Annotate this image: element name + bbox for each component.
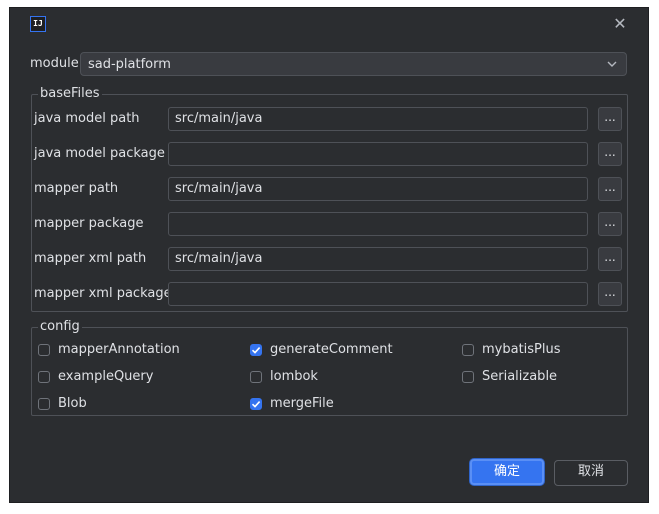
java-model-package-label: java model package [34, 146, 165, 161]
serializable-label: Serializable [482, 369, 558, 384]
module-select-value: sad-platform [88, 57, 171, 72]
checkmark-icon [251, 400, 261, 408]
checkbox-box [462, 370, 474, 383]
checkbox-box [38, 343, 50, 356]
module-select[interactable]: sad-platform [80, 52, 627, 76]
generate-comment-checkbox[interactable]: generateComment [250, 342, 393, 357]
ok-button[interactable]: 确定 [470, 459, 544, 485]
title-bar[interactable]: IJ ✕ [10, 8, 648, 42]
mapper-annotation-checkbox[interactable]: mapperAnnotation [38, 342, 180, 357]
java-model-package-browse-button[interactable]: ... [598, 142, 622, 166]
mapper-package-label: mapper package [34, 216, 144, 231]
generator-dialog: IJ ✕ module sad-platform baseFiles java … [9, 7, 649, 503]
lombok-checkbox[interactable]: lombok [250, 369, 318, 384]
mapper-package-field[interactable] [168, 212, 588, 236]
mapper-xml-package-browse-button[interactable]: ... [598, 282, 622, 306]
mapper-path-field[interactable]: src/main/java [168, 177, 588, 201]
mapper-xml-path-browse-button[interactable]: ... [598, 247, 622, 271]
blob-label: Blob [58, 396, 87, 411]
close-button[interactable]: ✕ [610, 14, 630, 34]
example-query-label: exampleQuery [58, 369, 154, 384]
checkbox-box [38, 397, 50, 410]
checkbox-box-checked [250, 343, 262, 356]
mapper-path-browse-button[interactable]: ... [598, 177, 622, 201]
java-model-path-field[interactable]: src/main/java [168, 107, 588, 131]
basefiles-legend: baseFiles [38, 86, 102, 102]
intellij-logo-icon: IJ [30, 16, 46, 32]
mybatis-plus-label: mybatisPlus [482, 342, 561, 357]
mapper-xml-package-field[interactable] [168, 282, 588, 306]
mapper-path-label: mapper path [34, 181, 119, 196]
checkbox-box [462, 343, 474, 356]
chevron-down-icon [607, 61, 617, 67]
mapper-xml-package-label: mapper xml package [34, 286, 172, 301]
lombok-label: lombok [270, 369, 318, 384]
mapper-xml-path-label: mapper xml path [34, 251, 147, 266]
example-query-checkbox[interactable]: exampleQuery [38, 369, 153, 384]
mapper-package-browse-button[interactable]: ... [598, 212, 622, 236]
generate-comment-label: generateComment [270, 342, 393, 357]
mapper-annotation-label: mapperAnnotation [58, 342, 180, 357]
java-model-path-label: java model path [34, 111, 140, 126]
config-legend: config [38, 319, 82, 335]
cancel-button[interactable]: 取消 [554, 460, 628, 486]
merge-file-label: mergeFile [270, 396, 334, 411]
blob-checkbox[interactable]: Blob [38, 396, 87, 411]
module-label: module [30, 56, 79, 71]
checkbox-box [250, 370, 262, 383]
checkbox-box-checked [250, 397, 262, 410]
mapper-xml-path-field[interactable]: src/main/java [168, 247, 588, 271]
checkbox-box [38, 370, 50, 383]
java-model-package-field[interactable] [168, 142, 588, 166]
mybatis-plus-checkbox[interactable]: mybatisPlus [462, 342, 561, 357]
merge-file-checkbox[interactable]: mergeFile [250, 396, 334, 411]
checkmark-icon [251, 346, 261, 354]
java-model-path-browse-button[interactable]: ... [598, 107, 622, 131]
serializable-checkbox[interactable]: Serializable [462, 369, 557, 384]
